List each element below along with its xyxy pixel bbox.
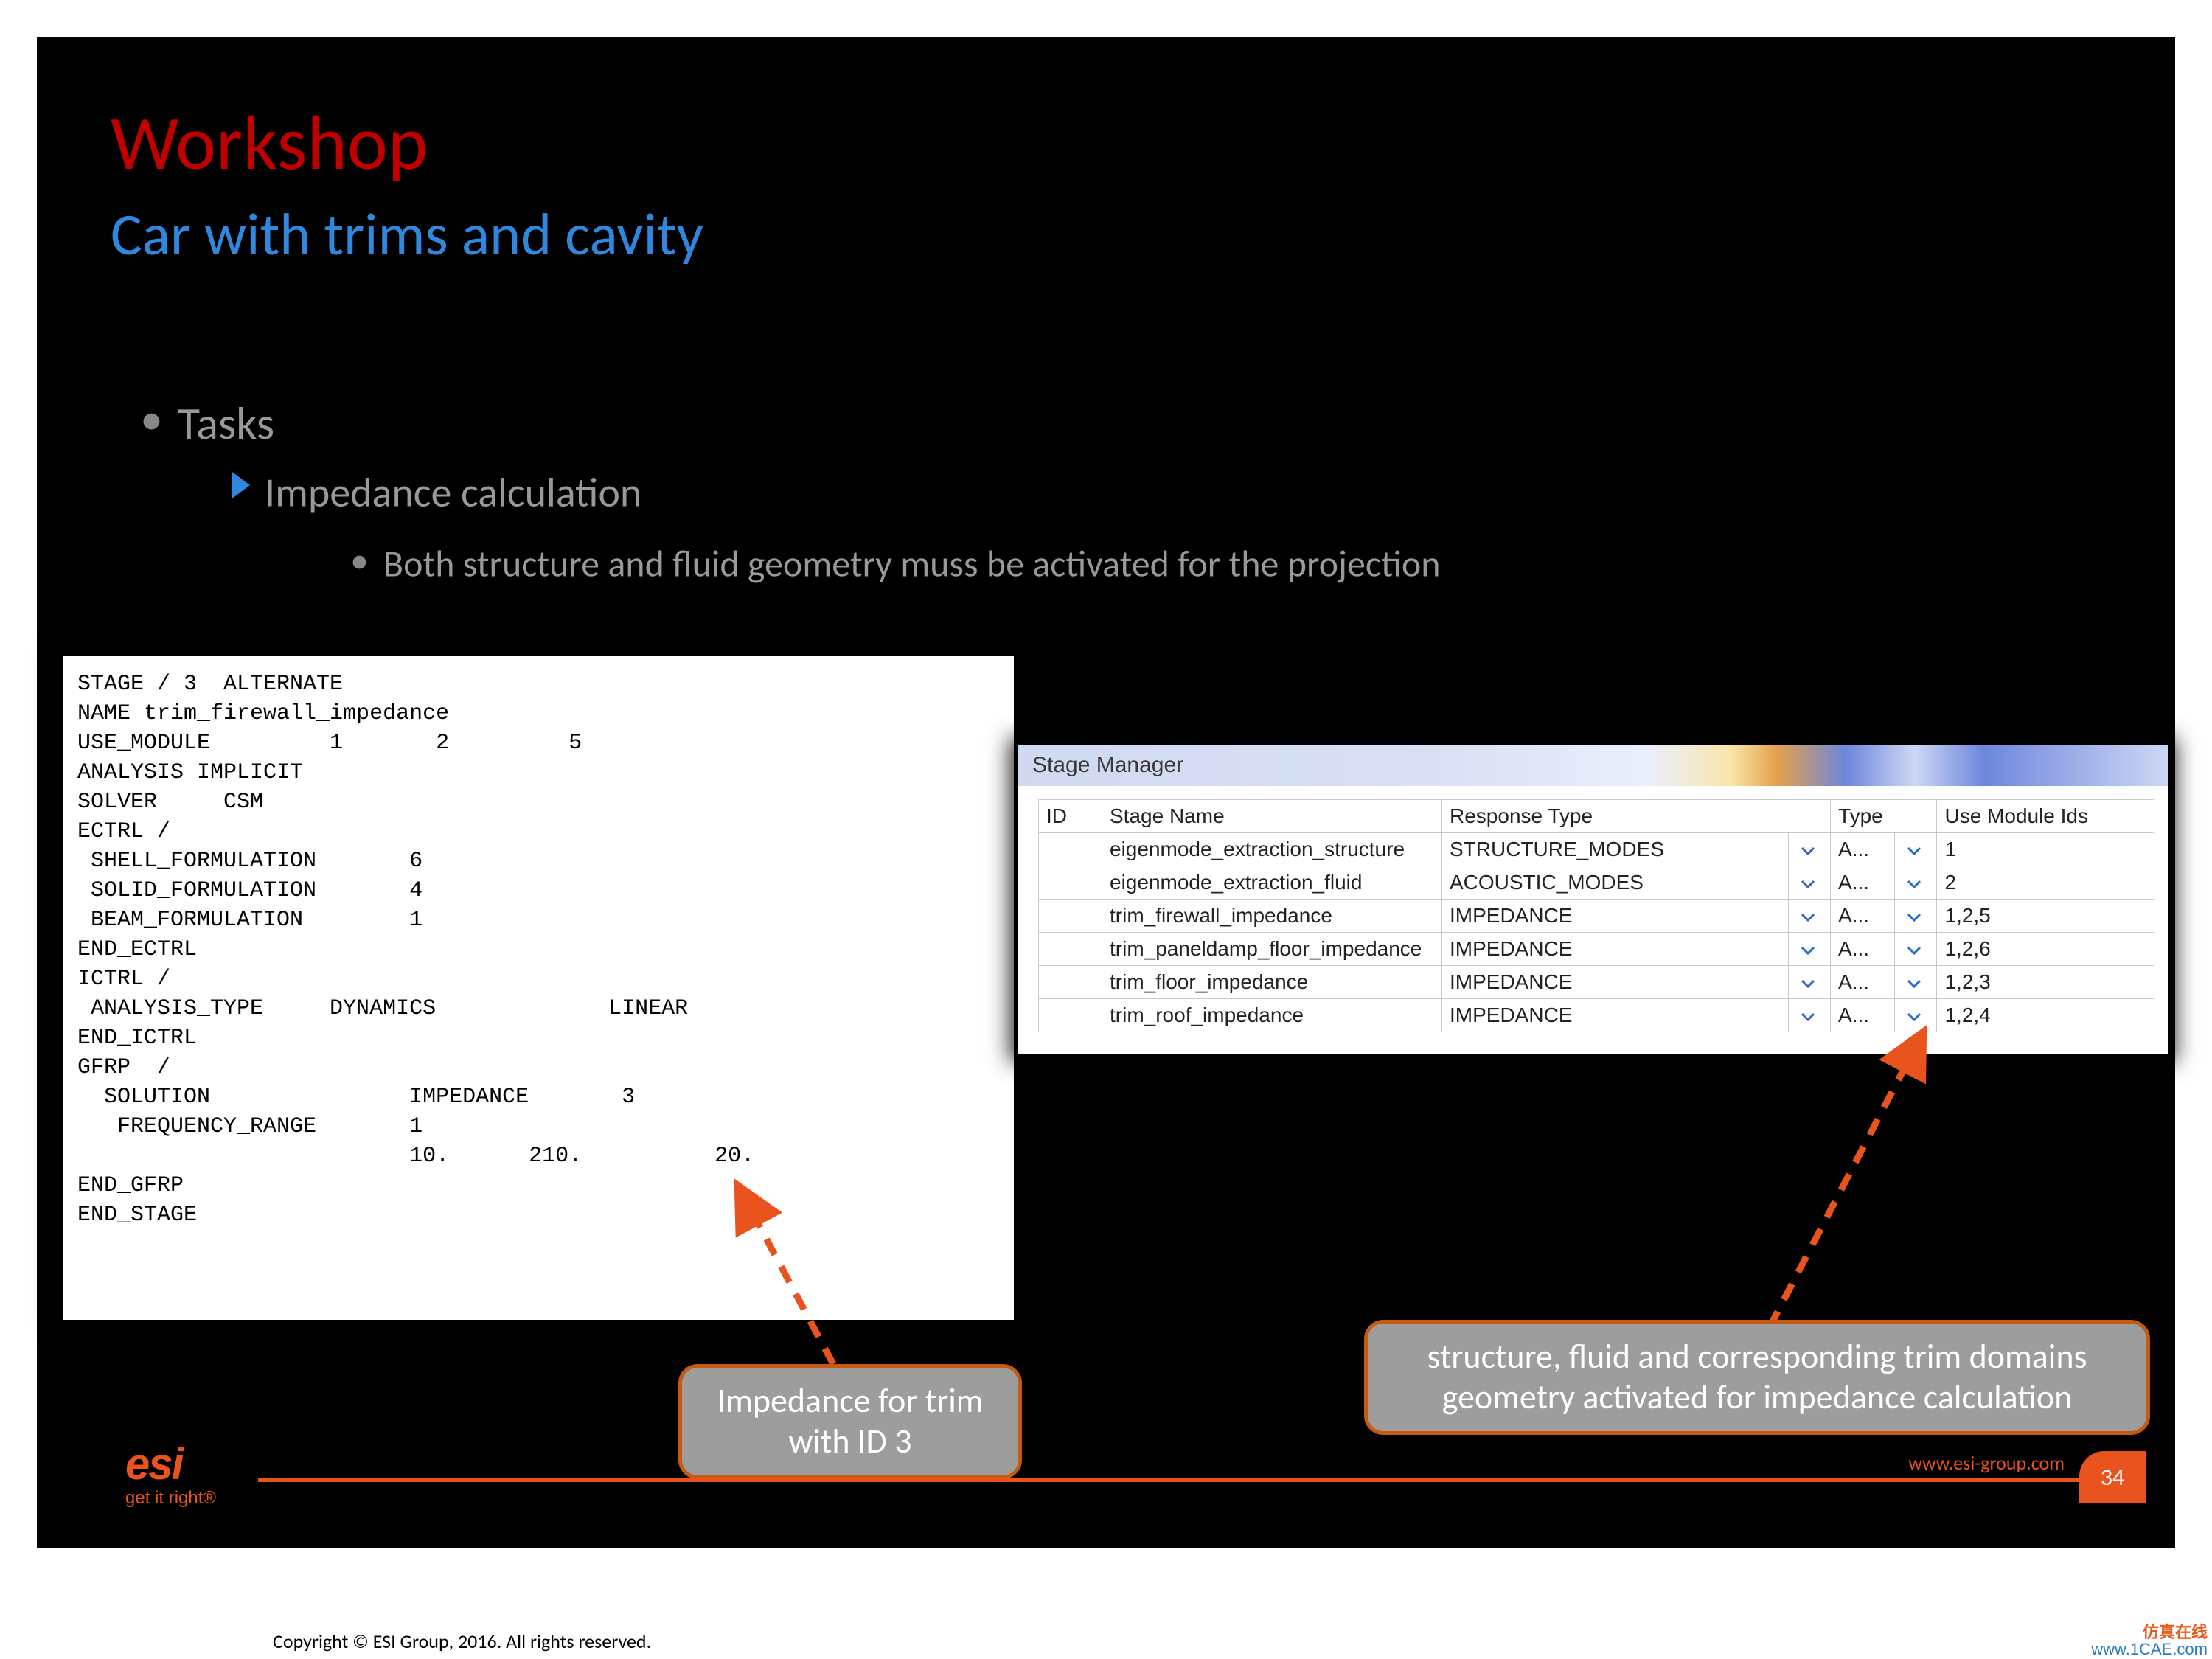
stage-manager-table: ID Stage Name Response Type Type Use Mod… [1038, 799, 2154, 1032]
table-row[interactable]: trim_roof_impedance IMPEDANCE A... 1,2,4 [1039, 999, 2154, 1032]
page-number: 34 [2101, 1463, 2124, 1492]
callout-text: Impedance for trim with ID 3 [703, 1381, 998, 1462]
response-type-dropdown[interactable] [1789, 866, 1831, 900]
response-type-dropdown[interactable] [1789, 900, 1831, 933]
type-dropdown[interactable] [1895, 966, 1937, 999]
col-type: Type [1831, 800, 1937, 833]
chevron-down-icon [1796, 973, 1820, 994]
cell-type: A... [1831, 933, 1895, 966]
response-type-dropdown[interactable] [1789, 966, 1831, 999]
stage-manager-titlebar: Stage Manager [1018, 745, 2168, 786]
footer-url: www.esi-group.com [1908, 1451, 2065, 1475]
table-row[interactable]: eigenmode_extraction_fluid ACOUSTIC_MODE… [1039, 866, 2154, 900]
type-dropdown[interactable] [1895, 866, 1937, 900]
type-dropdown[interactable] [1895, 833, 1937, 866]
logo-text: esi [125, 1439, 182, 1489]
cell-id [1039, 933, 1102, 966]
cell-stage-name: eigenmode_extraction_fluid [1102, 866, 1442, 900]
chevron-down-icon [1902, 940, 1926, 961]
watermark-cn: 仿真在线 [2091, 1624, 2208, 1641]
cell-stage-name: trim_firewall_impedance [1102, 900, 1442, 933]
col-stage-name: Stage Name [1102, 800, 1442, 833]
cell-stage-name: eigenmode_extraction_structure [1102, 833, 1442, 866]
chevron-down-icon [1796, 907, 1820, 928]
cell-stage-name: trim_paneldamp_floor_impedance [1102, 933, 1442, 966]
bullet-dot-icon: • [350, 538, 369, 583]
col-use-module-ids: Use Module Ids [1937, 800, 2154, 833]
cell-id [1039, 866, 1102, 900]
chevron-right-icon [232, 472, 250, 498]
slide-subtitle: Car with trims and cavity [111, 199, 703, 271]
cell-id [1039, 833, 1102, 866]
cell-response-type: IMPEDANCE [1442, 966, 1789, 999]
chevron-down-icon [1902, 874, 1926, 894]
bullet-text: Both structure and fluid geometry muss b… [383, 542, 1441, 587]
cell-module-ids: 1,2,5 [1937, 900, 2154, 933]
chevron-down-icon [1796, 874, 1820, 894]
cell-id [1039, 999, 1102, 1032]
bullet-level-2: Impedance calculation [232, 465, 641, 518]
code-listing: STAGE / 3 ALTERNATE NAME trim_firewall_i… [63, 656, 1014, 1320]
col-response-type: Response Type [1442, 800, 1831, 833]
logo-tagline: get it right® [125, 1488, 216, 1509]
chevron-down-icon [1902, 973, 1926, 994]
table-row[interactable]: trim_floor_impedance IMPEDANCE A... 1,2,… [1039, 966, 2154, 999]
esi-logo: esi get it right® [125, 1439, 182, 1489]
callout-arrow-icon [723, 1172, 848, 1371]
chevron-down-icon [1902, 841, 1926, 861]
cell-response-type: IMPEDANCE [1442, 900, 1789, 933]
col-id: ID [1039, 800, 1102, 833]
table-row[interactable]: trim_firewall_impedance IMPEDANCE A... 1… [1039, 900, 2154, 933]
table-row[interactable]: trim_paneldamp_floor_impedance IMPEDANCE… [1039, 933, 2154, 966]
chevron-down-icon [1796, 841, 1820, 861]
response-type-dropdown[interactable] [1789, 933, 1831, 966]
cell-module-ids: 1,2,6 [1937, 933, 2154, 966]
callout-box: Impedance for trim with ID 3 [678, 1364, 1022, 1479]
slide-title: Workshop [111, 96, 428, 189]
cell-stage-name: trim_roof_impedance [1102, 999, 1442, 1032]
cell-response-type: IMPEDANCE [1442, 933, 1789, 966]
response-type-dropdown[interactable] [1789, 833, 1831, 866]
stage-manager-window: Stage Manager ID Stage Name Response Typ… [1018, 745, 2168, 1054]
cell-stage-name: trim_floor_impedance [1102, 966, 1442, 999]
cell-response-type: IMPEDANCE [1442, 999, 1789, 1032]
watermark-url: www.1CAE.com [2091, 1641, 2208, 1658]
type-dropdown[interactable] [1895, 900, 1937, 933]
cell-type: A... [1831, 900, 1895, 933]
cell-response-type: STRUCTURE_MODES [1442, 833, 1789, 866]
cell-response-type: ACOUSTIC_MODES [1442, 866, 1789, 900]
cell-type: A... [1831, 866, 1895, 900]
table-header-row: ID Stage Name Response Type Type Use Mod… [1039, 800, 2154, 833]
chevron-down-icon [1902, 907, 1926, 928]
cell-module-ids: 1,2,3 [1937, 966, 2154, 999]
bullet-dot-icon: • [140, 391, 163, 447]
cell-id [1039, 900, 1102, 933]
chevron-down-icon [1796, 940, 1820, 961]
bullet-text: Impedance calculation [265, 468, 641, 518]
callout-arrow-icon [1747, 1018, 1939, 1335]
type-dropdown[interactable] [1895, 933, 1937, 966]
bullet-level-1: • Tasks [140, 391, 274, 451]
callout-text: structure, fluid and corresponding trim … [1388, 1337, 2126, 1418]
cell-id [1039, 966, 1102, 999]
stage-manager-body: ID Stage Name Response Type Type Use Mod… [1018, 786, 2168, 1054]
slide: Workshop Car with trims and cavity • Task… [37, 37, 2175, 1548]
cell-module-ids: 2 [1937, 866, 2154, 900]
watermark: 仿真在线 www.1CAE.com [2091, 1624, 2208, 1658]
cell-module-ids: 1,2,4 [1937, 999, 2154, 1032]
copyright-text: Copyright © ESI Group, 2016. All rights … [273, 1630, 651, 1653]
bullet-text: Tasks [178, 395, 274, 451]
table-row[interactable]: eigenmode_extraction_structure STRUCTURE… [1039, 833, 2154, 866]
page-number-tab: 34 [2079, 1451, 2146, 1503]
bullet-level-3: • Both structure and fluid geometry muss … [350, 538, 1440, 587]
callout-box: structure, fluid and corresponding trim … [1364, 1320, 2150, 1435]
cell-type: A... [1831, 833, 1895, 866]
cell-module-ids: 1 [1937, 833, 2154, 866]
cell-type: A... [1831, 966, 1895, 999]
footer-line [258, 1478, 2079, 1482]
stage-manager-title: Stage Manager [1032, 753, 1183, 778]
